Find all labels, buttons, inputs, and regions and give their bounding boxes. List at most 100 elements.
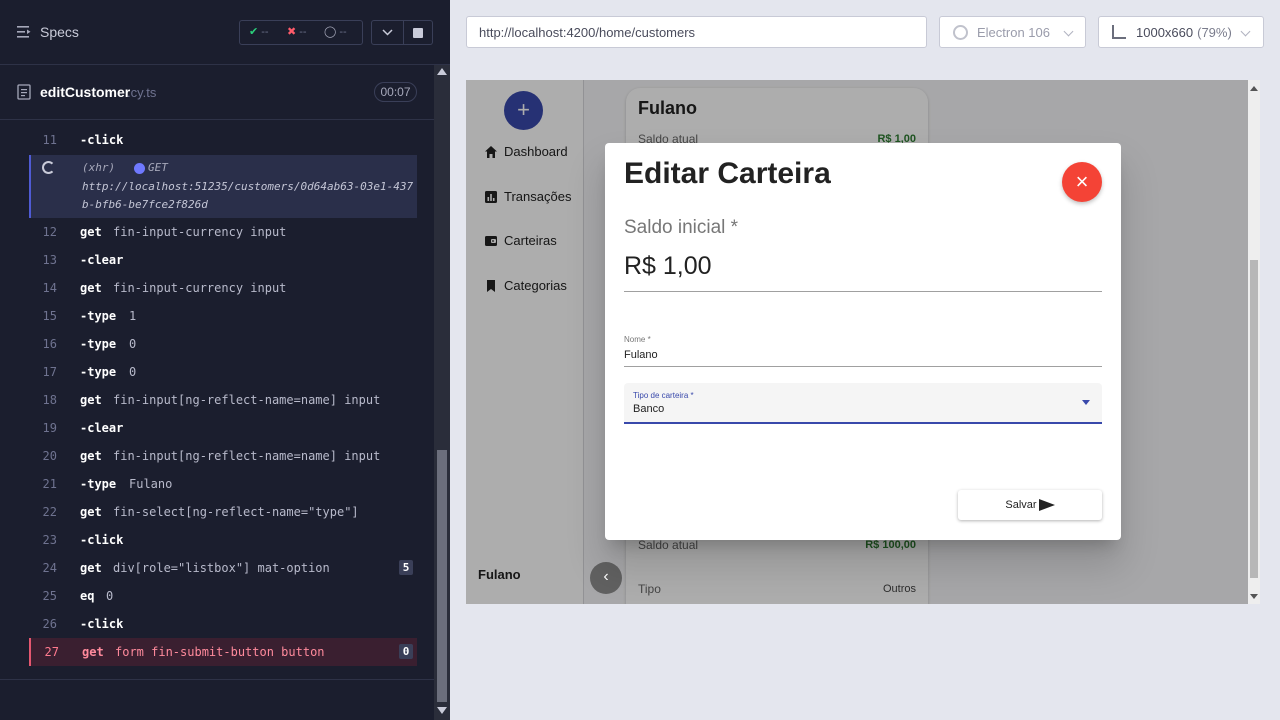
spec-file-name[interactable]: editCustomer	[40, 84, 130, 100]
command-message: 0	[106, 589, 114, 603]
command-number: 24	[42, 561, 57, 575]
command-row[interactable]: 15 -type 1	[29, 302, 417, 330]
command-row[interactable]: 25 eq 0	[29, 582, 417, 610]
url-bar[interactable]: http://localhost:4200/home/customers	[466, 16, 927, 48]
command-name: get	[80, 393, 102, 407]
wallet-type-value: Banco	[633, 403, 665, 415]
initial-balance-label: Saldo inicial *	[624, 217, 739, 238]
app-under-test: + Dashboard Transações Carteiras Categor…	[466, 80, 1260, 604]
command-number: 16	[42, 337, 57, 351]
name-field-input[interactable]: Fulano	[624, 349, 658, 361]
command-row[interactable]: 21 -type Fulano	[29, 470, 417, 498]
collapse-all-button[interactable]	[371, 20, 404, 45]
command-name: get	[80, 281, 102, 295]
input-underline	[624, 291, 1102, 292]
scrollbar-thumb[interactable]	[437, 450, 447, 702]
save-button-label: Salvar	[1005, 499, 1037, 511]
save-button[interactable]: Salvar	[958, 490, 1102, 520]
command-row[interactable]: 12 get fin-input-currency input	[29, 218, 417, 246]
command-name: -type	[80, 365, 117, 379]
chevron-down-icon	[1063, 26, 1074, 37]
specs-list-icon[interactable]	[17, 25, 31, 39]
command-row[interactable]: 13 -clear	[29, 246, 417, 274]
app-scrollbar-thumb[interactable]	[1250, 260, 1258, 578]
command-row[interactable]: 24 get div[role="listbox"] mat-option 5	[29, 554, 417, 582]
close-dialog-button[interactable]: ×	[1062, 162, 1102, 202]
spec-file-row: editCustomer .cy.ts 00:07	[0, 65, 434, 120]
divider	[0, 679, 434, 680]
collapse-sidebar-button[interactable]: ‹	[590, 562, 622, 594]
run-duration: 00:07	[374, 82, 417, 102]
command-row[interactable]: 18 get fin-input[ng-reflect-name=name] i…	[29, 386, 417, 414]
command-number: 22	[42, 505, 57, 519]
command-row[interactable]: 14 get fin-input-currency input	[29, 274, 417, 302]
command-row-failed[interactable]: 27 get form fin-submit-button button 0	[29, 638, 417, 666]
document-icon	[17, 84, 31, 100]
command-name: -type	[80, 309, 117, 323]
command-name: eq	[80, 589, 95, 603]
failed-stat: ✖ --	[287, 26, 307, 38]
command-number: 11	[42, 133, 57, 147]
edit-wallet-dialog: Editar Carteira × Saldo inicial * R$ 1,0…	[605, 143, 1121, 540]
initial-balance-input[interactable]: R$ 1,00	[624, 252, 712, 281]
specs-title[interactable]: Specs	[40, 24, 79, 40]
command-row[interactable]: 20 get fin-input[ng-reflect-name=name] i…	[29, 442, 417, 470]
xhr-row[interactable]: (xhr) GET http://localhost:51235/custome…	[29, 155, 417, 218]
xhr-type: (xhr)	[82, 161, 116, 174]
pending-stat: ◯ --	[324, 26, 347, 38]
command-row[interactable]: 26 -click	[29, 610, 417, 638]
command-message: Fulano	[129, 477, 173, 491]
command-message: 0	[129, 365, 137, 379]
element-count-badge: 0	[399, 644, 413, 659]
spec-file-ext: .cy.ts	[127, 85, 157, 100]
command-number: 15	[42, 309, 57, 323]
dialog-title: Editar Carteira	[624, 157, 831, 190]
xhr-url: http://localhost:51235/customers/0d64ab6…	[82, 180, 414, 211]
electron-icon	[953, 25, 968, 40]
command-number: 25	[42, 589, 57, 603]
command-name: -type	[80, 477, 117, 491]
scroll-up-arrow-icon[interactable]	[437, 68, 447, 75]
command-number: 14	[42, 281, 57, 295]
command-number: 18	[42, 393, 57, 407]
command-message: fin-input[ng-reflect-name=name] input	[113, 393, 381, 407]
command-row[interactable]: 16 -type 0	[29, 330, 417, 358]
scroll-down-arrow-icon[interactable]	[1250, 594, 1258, 599]
command-name: get	[80, 561, 102, 575]
specs-header: Specs ✔ -- ✖ -- ◯ --	[0, 0, 450, 65]
chevron-down-icon	[382, 29, 393, 36]
command-name: get	[80, 505, 102, 519]
command-message: fin-input-currency input	[113, 225, 287, 239]
test-stats: ✔ -- ✖ -- ◯ --	[239, 20, 363, 45]
command-number: 21	[42, 477, 57, 491]
command-number: 13	[42, 253, 57, 267]
browser-name: Electron 106	[977, 25, 1050, 40]
command-number: 12	[42, 225, 57, 239]
command-row[interactable]: 19 -clear	[29, 414, 417, 442]
command-number: 26	[42, 617, 57, 631]
browser-selector[interactable]: Electron 106	[939, 16, 1086, 48]
ruler-icon	[1112, 25, 1126, 39]
command-message: fin-input-currency input	[113, 281, 287, 295]
scroll-up-arrow-icon[interactable]	[1250, 86, 1258, 91]
command-number: 20	[42, 449, 57, 463]
command-name: -click	[80, 617, 124, 631]
command-number: 27	[44, 645, 59, 659]
stop-icon	[413, 28, 423, 38]
command-message: div[role="listbox"] mat-option	[113, 561, 330, 575]
command-row[interactable]: 11 -click	[29, 126, 417, 154]
pending-dot-icon	[134, 163, 145, 174]
command-number: 17	[42, 365, 57, 379]
xhr-method: GET	[148, 161, 168, 174]
command-message: 1	[129, 309, 137, 323]
command-row[interactable]: 17 -type 0	[29, 358, 417, 386]
wallet-type-select[interactable]: Tipo de carteira * Banco	[624, 383, 1102, 424]
stop-button[interactable]	[404, 20, 433, 45]
command-row[interactable]: 22 get fin-select[ng-reflect-name="type"…	[29, 498, 417, 526]
command-row[interactable]: 23 -click	[29, 526, 417, 554]
viewport-selector[interactable]: 1000x660 (79%)	[1098, 16, 1264, 48]
viewport-scale: (79%)	[1197, 25, 1232, 40]
scroll-down-arrow-icon[interactable]	[437, 707, 447, 714]
command-message: 0	[129, 337, 137, 351]
check-icon: ✔	[249, 26, 259, 38]
